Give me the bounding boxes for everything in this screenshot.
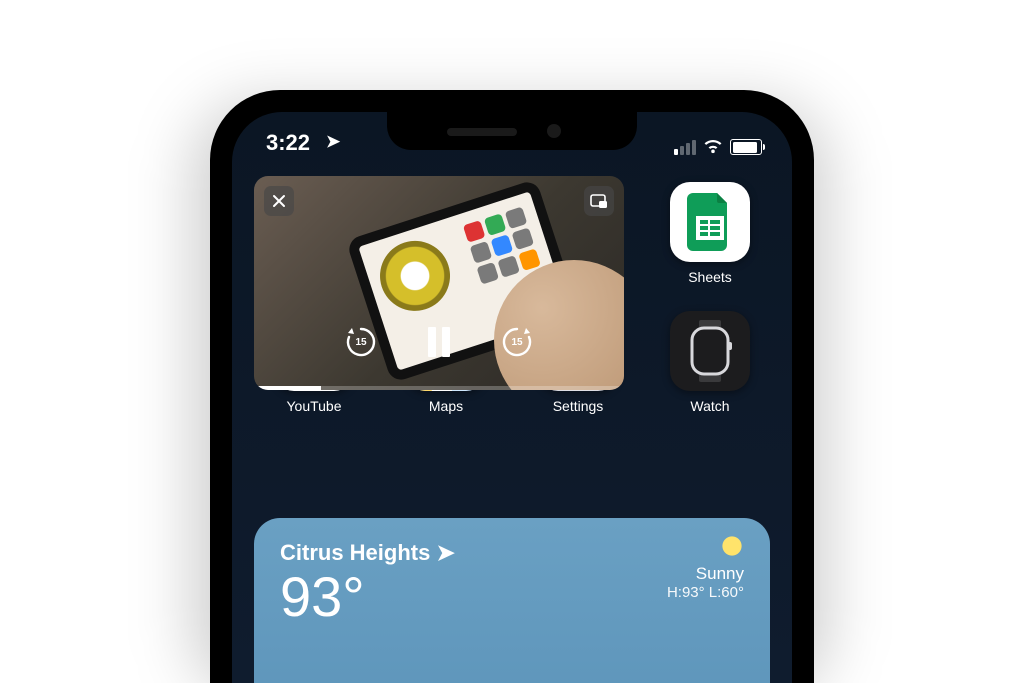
status-time: 3:22 xyxy=(266,130,310,156)
app-watch[interactable]: Watch xyxy=(650,311,770,414)
home-screen: 3:22 ➤ Sheets xyxy=(232,112,792,683)
app-label: Watch xyxy=(690,398,729,414)
weather-low: L:60° xyxy=(709,584,744,601)
notch xyxy=(387,112,637,150)
app-sheets[interactable]: Sheets xyxy=(650,182,770,285)
pip-progress-bar[interactable] xyxy=(254,386,624,390)
battery-icon xyxy=(730,139,762,155)
skip-seconds-label: 15 xyxy=(355,337,366,348)
pause-button[interactable] xyxy=(419,322,459,362)
skip-seconds-label: 15 xyxy=(511,337,522,348)
app-label: YouTube xyxy=(286,398,341,414)
weather-widget[interactable]: Citrus Heights ➤ 93° Sunny H:93° L:60° 3… xyxy=(254,518,770,683)
skip-back-15-button[interactable]: 15 xyxy=(341,322,381,362)
sun-icon xyxy=(720,534,744,558)
skip-forward-15-button[interactable]: 15 xyxy=(497,322,537,362)
location-services-icon: ➤ xyxy=(326,132,340,152)
app-label: Settings xyxy=(553,398,604,414)
weather-location: Citrus Heights xyxy=(280,540,430,565)
location-arrow-icon: ➤ xyxy=(436,540,454,565)
sheets-icon xyxy=(670,182,750,262)
weather-high: H:93° xyxy=(667,584,705,601)
pip-restore-button[interactable] xyxy=(584,186,614,216)
app-label: Maps xyxy=(429,398,463,414)
weather-condition: Sunny xyxy=(667,564,744,584)
pip-player[interactable]: 15 15 xyxy=(254,176,624,390)
app-label: Sheets xyxy=(688,269,732,285)
pip-close-button[interactable] xyxy=(264,186,294,216)
phone-frame: 3:22 ➤ Sheets xyxy=(210,90,814,683)
watch-icon xyxy=(670,311,750,391)
wifi-icon xyxy=(702,134,724,160)
cellular-signal-icon xyxy=(674,140,696,155)
